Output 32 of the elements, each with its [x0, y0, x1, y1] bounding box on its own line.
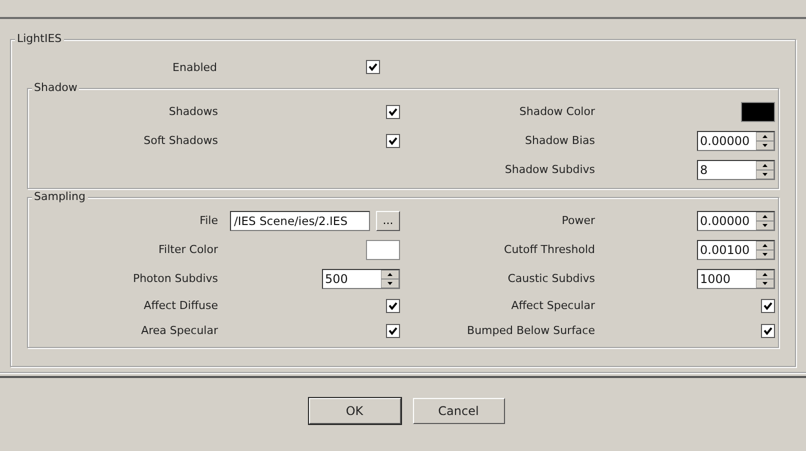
field-label: File: [198, 214, 218, 227]
dialog-button[interactable]: OK: [308, 398, 400, 424]
field-label: Affect Specular: [510, 299, 595, 312]
group-title: LightIES: [15, 32, 64, 45]
field-label: Shadows: [168, 105, 218, 118]
field-label: Enabled: [172, 60, 217, 74]
field-label: Bumped Below Surface: [466, 324, 595, 337]
field-label: Power: [560, 214, 595, 227]
checkbox[interactable]: [386, 324, 400, 338]
field-label: Photon Subdivs: [132, 272, 218, 285]
field-label: Caustic Subdivs: [506, 272, 595, 285]
checkbox[interactable]: [386, 104, 400, 118]
checkbox[interactable]: [761, 324, 775, 338]
field-label: Shadow Bias: [524, 134, 595, 147]
field-label: Shadow Subdivs: [504, 163, 595, 176]
section-title: Shadow: [32, 81, 80, 94]
dialog-button[interactable]: Cancel: [412, 398, 504, 424]
field-label: Soft Shadows: [142, 134, 218, 147]
color-swatch[interactable]: [741, 102, 775, 122]
field-label: Filter Color: [158, 243, 218, 256]
checkbox[interactable]: [386, 298, 400, 312]
field-label: Affect Diffuse: [142, 299, 218, 312]
file-path-field[interactable]: /IES Scene/ies/2.IES: [230, 210, 370, 230]
browse-button[interactable]: ...: [376, 210, 400, 230]
color-swatch[interactable]: [366, 240, 400, 260]
checkbox[interactable]: [386, 134, 400, 148]
field-label: Area Specular: [140, 324, 218, 337]
field-label: Shadow Color: [518, 105, 595, 118]
section-title: Sampling: [32, 190, 88, 203]
checkbox[interactable]: [761, 298, 775, 312]
checkbox[interactable]: [366, 60, 380, 74]
field-label: Cutoff Threshold: [503, 243, 595, 256]
